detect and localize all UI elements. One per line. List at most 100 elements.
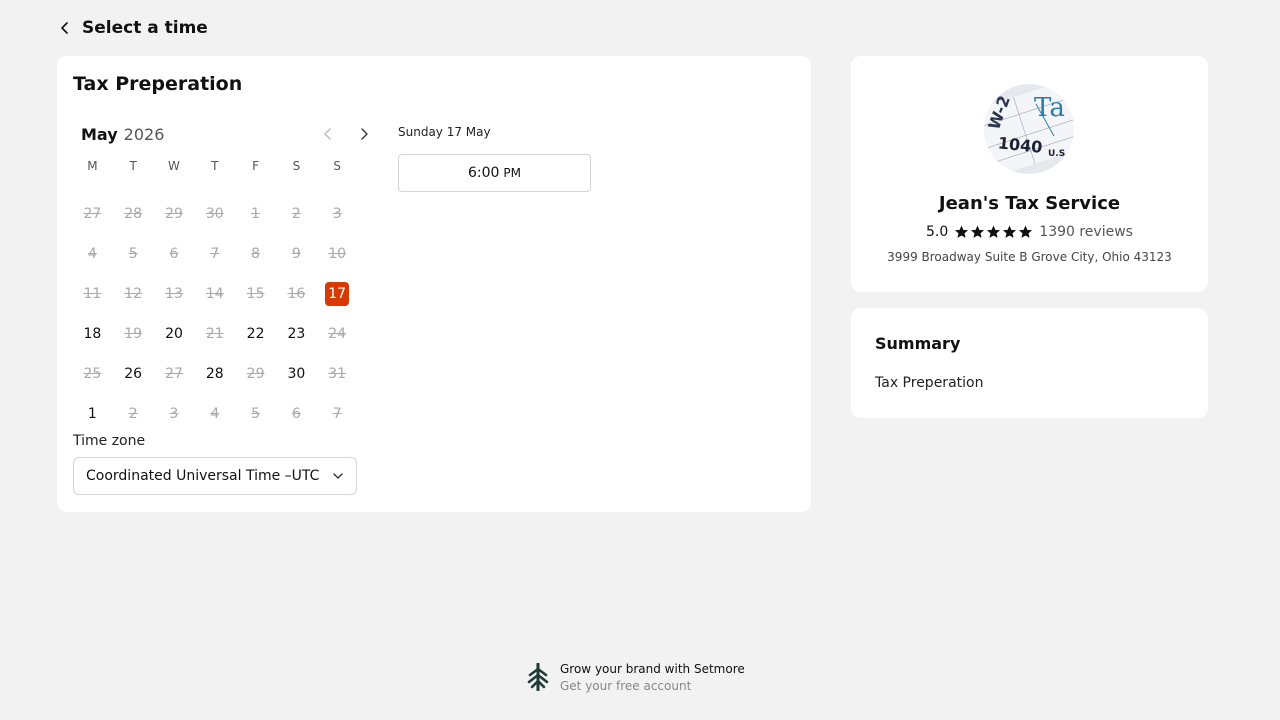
calendar-day: 29 <box>235 354 276 394</box>
calendar-day-number: 1 <box>87 406 97 422</box>
footer-signup-link[interactable]: Get your free account <box>560 679 745 693</box>
calendar-day-number: 3 <box>332 206 342 222</box>
calendar-grid: M T W T F S S 27 28 29 30 1 2 3 4 5 6 7 8 9 10 11 12 13 14 15 16 17… <box>72 154 358 434</box>
chevron-left-icon <box>324 128 331 140</box>
reviews-link[interactable]: 1390 reviews <box>1039 224 1133 240</box>
weekday-label: M <box>87 159 98 173</box>
calendar-year: 2026 <box>123 124 165 144</box>
calendar-day[interactable]: 18 <box>72 314 113 354</box>
calendar-day: 7 <box>317 394 358 434</box>
booking-card: Tax Preperation May 2026 M T W T F S S 27 28 29 30… <box>57 56 811 512</box>
calendar-day[interactable]: 22 <box>235 314 276 354</box>
calendar-day-number: 29 <box>246 366 265 382</box>
calendar-day-number: 5 <box>251 406 261 422</box>
calendar-day-number: 30 <box>287 366 306 382</box>
calendar-day-number: 22 <box>246 326 265 342</box>
calendar-day: 19 <box>113 314 154 354</box>
calendar-day-number: 13 <box>165 286 183 302</box>
calendar-day-number: 4 <box>87 246 97 262</box>
calendar-day: 31 <box>317 354 358 394</box>
calendar-day-number: 25 <box>83 366 102 382</box>
calendar-day: 11 <box>72 274 113 314</box>
calendar-day: 16 <box>276 274 317 314</box>
back-button[interactable] <box>58 18 72 38</box>
header-bar: Select a time <box>58 16 208 40</box>
calendar-day[interactable]: 26 <box>113 354 154 394</box>
star-icon <box>1019 225 1033 238</box>
calendar-day: 4 <box>72 234 113 274</box>
calendar-month: May <box>81 124 118 144</box>
calendar-day-number: 6 <box>169 246 179 262</box>
calendar-day[interactable]: 28 <box>194 354 235 394</box>
calendar-day: 21 <box>194 314 235 354</box>
weekday-label: T <box>129 159 137 173</box>
calendar-day: 25 <box>72 354 113 394</box>
calendar-day-number: 7 <box>332 406 342 422</box>
calendar-day: 3 <box>317 194 358 234</box>
timezone-value: Coordinated Universal Time –UTC <box>86 468 320 484</box>
calendar-day: 13 <box>154 274 195 314</box>
calendar-day-number: 16 <box>287 286 306 302</box>
calendar-day[interactable]: 30 <box>276 354 317 394</box>
rating-stars <box>954 225 1033 239</box>
calendar-day: 28 <box>113 194 154 234</box>
calendar-day-number: 28 <box>124 206 143 222</box>
calendar-day: 7 <box>194 234 235 274</box>
calendar-day: 2 <box>276 194 317 234</box>
calendar-day: 29 <box>154 194 195 234</box>
calendar-day-number: 24 <box>328 326 347 342</box>
calendar-day-number: 4 <box>210 406 220 422</box>
calendar-day-number: 31 <box>328 366 347 382</box>
time-slot-time: 6:00 <box>467 165 500 181</box>
calendar-day-number: 2 <box>128 406 138 422</box>
previous-month-button[interactable] <box>318 124 338 144</box>
calendar-day[interactable]: 23 <box>276 314 317 354</box>
business-name: Jean's Tax Service <box>938 193 1121 214</box>
selected-date-label: Sunday 17 May <box>398 125 491 139</box>
calendar-day: 4 <box>194 394 235 434</box>
business-address: 3999 Broadway Suite B Grove City, Ohio 4… <box>887 250 1172 264</box>
calendar-day: 6 <box>154 234 195 274</box>
weekday-label: T <box>211 159 219 173</box>
calendar-day: 8 <box>235 234 276 274</box>
calendar-day-selected[interactable]: 17 <box>317 274 358 314</box>
next-month-button[interactable] <box>354 124 374 144</box>
calendar-day-number: 19 <box>124 326 143 342</box>
timezone-select[interactable]: Coordinated Universal Time –UTC <box>73 457 357 495</box>
calendar-day: 5 <box>235 394 276 434</box>
weekday-label: S <box>333 159 341 173</box>
weekday-label: F <box>252 159 260 173</box>
calendar-day: 14 <box>194 274 235 314</box>
calendar-day-number: 30 <box>205 206 224 222</box>
calendar-day-number: 10 <box>328 246 347 262</box>
service-title: Tax Preperation <box>73 73 243 95</box>
calendar-day-number: 15 <box>246 286 265 302</box>
chevron-down-icon <box>332 472 344 480</box>
time-slot-button[interactable]: 6:00 PM <box>398 154 591 192</box>
weekday-label: S <box>292 159 301 173</box>
calendar-day-number: 17 <box>325 282 350 306</box>
calendar-day-number: 6 <box>291 406 301 422</box>
calendar-day-number: 1 <box>251 206 261 222</box>
calendar-day-number: 20 <box>165 326 183 342</box>
calendar-day[interactable]: 20 <box>154 314 195 354</box>
calendar-day-number: 23 <box>287 326 306 342</box>
calendar-day: 15 <box>235 274 276 314</box>
calendar-day-number: 27 <box>165 366 183 382</box>
calendar-day-number: 29 <box>165 206 183 222</box>
footer-tagline: Grow your brand with Setmore <box>560 661 745 676</box>
calendar-day: 27 <box>154 354 195 394</box>
calendar-day: 30 <box>194 194 235 234</box>
star-icon <box>955 225 969 238</box>
calendar-day-number: 21 <box>205 326 224 342</box>
calendar-day[interactable]: 1 <box>72 394 113 434</box>
calendar-day-number: 9 <box>291 246 301 262</box>
star-icon <box>1003 225 1017 238</box>
calendar-day-number: 28 <box>205 366 224 382</box>
calendar-header: May 2026 <box>81 122 368 146</box>
calendar-day-number: 7 <box>210 246 220 262</box>
calendar-day-number: 8 <box>251 246 261 262</box>
calendar-day-number: 26 <box>124 366 143 382</box>
calendar-day: 10 <box>317 234 358 274</box>
calendar-day-number: 5 <box>128 246 138 262</box>
